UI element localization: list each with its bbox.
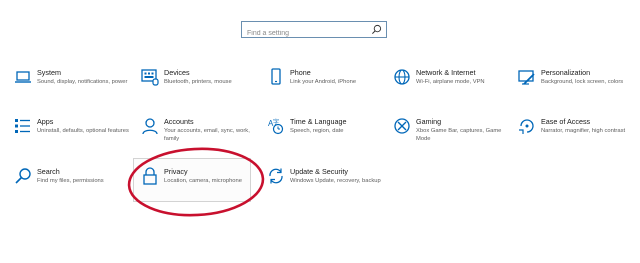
tile-title: Network & Internet (416, 68, 476, 77)
tile-title: Privacy (164, 167, 188, 176)
tile-title: Accounts (164, 117, 194, 126)
tile-title: Gaming (416, 117, 442, 126)
person-icon (141, 117, 159, 135)
lock-icon (141, 167, 159, 185)
apps-list-icon (14, 117, 32, 135)
tile-search[interactable]: Search Find my files, permissions (14, 167, 132, 201)
tile-gaming[interactable]: Gaming Xbox Game Bar, captures, Game Mod… (393, 117, 511, 151)
tile-update-security[interactable]: Update & Security Windows Update, recove… (267, 167, 385, 201)
time-language-icon: A字 (267, 117, 285, 135)
tile-title: Phone (290, 68, 311, 77)
tile-system[interactable]: System Sound, display, notifications, po… (14, 68, 132, 102)
sync-icon (267, 167, 285, 185)
ease-of-access-icon (518, 117, 536, 135)
tile-privacy[interactable]: Privacy Location, camera, microphone (141, 167, 259, 201)
tile-title: Devices (164, 68, 190, 77)
tile-description: Background, lock screen, colors (541, 79, 624, 85)
tile-title: Ease of Access (541, 117, 591, 126)
tile-title: Time & Language (290, 117, 347, 126)
tile-title: Apps (37, 117, 54, 126)
tile-ease-of-access[interactable]: Ease of Access Narrator, magnifier, high… (518, 117, 636, 151)
search-input[interactable] (242, 26, 369, 41)
search-icon (14, 167, 32, 185)
tile-description: Your accounts, email, sync, work, family (164, 128, 250, 143)
tile-title: System (37, 68, 61, 77)
tile-description: Speech, region, date (290, 128, 344, 134)
tile-description: Location, camera, microphone (164, 178, 242, 184)
tile-description: Bluetooth, printers, mouse (164, 79, 232, 85)
tile-personalization[interactable]: Personalization Background, lock screen,… (518, 68, 636, 102)
tile-apps[interactable]: Apps Uninstall, defaults, optional featu… (14, 117, 132, 151)
tile-description: Link your Android, iPhone (290, 79, 357, 85)
phone-icon (267, 68, 285, 86)
tile-title: Personalization (541, 68, 591, 77)
globe-icon (393, 68, 411, 86)
tile-title: Update & Security (290, 167, 348, 176)
tile-description: Uninstall, defaults, optional features (37, 128, 129, 134)
tile-time-language[interactable]: A字 Time & Language Speech, region, date (267, 117, 385, 151)
tile-title: Search (37, 167, 60, 176)
tile-description: Sound, display, notifications, power (37, 79, 128, 85)
tile-description: Windows Update, recovery, backup (290, 178, 381, 184)
paint-icon (518, 68, 536, 86)
settings-search-box[interactable] (241, 21, 387, 41)
tile-devices[interactable]: Devices Bluetooth, printers, mouse (141, 68, 259, 102)
tile-description: Narrator, magnifier, high contrast (541, 128, 626, 134)
tile-description: Find my files, permissions (37, 178, 104, 184)
tile-description: Wi-Fi, airplane mode, VPN (416, 79, 485, 85)
keyboard-icon (141, 68, 159, 86)
tile-description: Xbox Game Bar, captures, Game Mode (416, 128, 502, 143)
magnifier-icon (372, 24, 382, 34)
tile-phone[interactable]: Phone Link your Android, iPhone (267, 68, 385, 102)
tile-network-internet[interactable]: Network & Internet Wi-Fi, airplane mode,… (393, 68, 511, 102)
tile-accounts[interactable]: Accounts Your accounts, email, sync, wor… (141, 117, 259, 151)
laptop-icon (14, 68, 32, 86)
xbox-icon (393, 117, 411, 135)
